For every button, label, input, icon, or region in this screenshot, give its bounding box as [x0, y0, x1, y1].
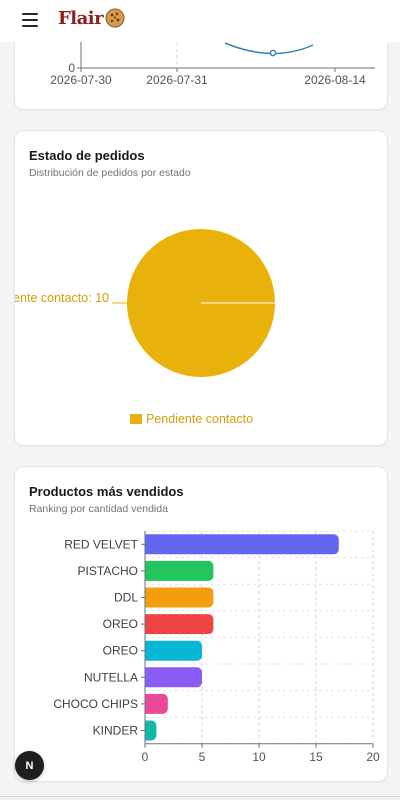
x-tick-label: 20: [366, 750, 380, 764]
category-label: DDL: [114, 591, 138, 605]
bar[interactable]: [145, 614, 214, 635]
pie-chart: Pendiente contacto: 10 Pendiente contact…: [15, 229, 275, 426]
top-products-card: Productos más vendidos Ranking por canti…: [14, 466, 388, 782]
legend-label[interactable]: Pendiente contacto: [146, 412, 253, 426]
menu-icon[interactable]: [22, 13, 38, 27]
category-label: CHOCO CHIPS: [53, 697, 138, 711]
category-label: OREO: [103, 617, 138, 631]
category-label: PISTACHO: [78, 564, 138, 578]
cookie-icon: [105, 8, 125, 28]
x-tick-label: 10: [252, 750, 266, 764]
category-label: OREO: [103, 644, 138, 658]
category-label: RED VELVET: [64, 537, 138, 551]
category-label: NUTELLA: [84, 670, 138, 684]
app-header: Flair: [0, 0, 400, 42]
data-point: [269, 49, 277, 57]
x-tick-label: 2026-07-30: [50, 73, 112, 87]
bar[interactable]: [145, 534, 339, 555]
logo[interactable]: Flair: [58, 7, 126, 29]
bar[interactable]: [145, 667, 202, 688]
x-tick-label: 2026-08-14: [304, 73, 366, 87]
x-tick-label: 0: [142, 750, 149, 764]
category-label: KINDER: [93, 724, 139, 738]
x-tick-label: 5: [199, 750, 206, 764]
bar[interactable]: [145, 720, 157, 741]
x-tick-label: 2026-07-31: [146, 73, 208, 87]
bar[interactable]: [145, 640, 202, 661]
legend-swatch: [130, 414, 142, 424]
logo-text: Flair: [58, 7, 104, 29]
x-tick-label: 15: [309, 750, 323, 764]
order-status-card: Estado de pedidos Distribución de pedido…: [14, 130, 388, 446]
bar[interactable]: [145, 693, 168, 714]
pie-slice-label: Pendiente contacto: 10: [15, 291, 109, 305]
series-line: [224, 42, 314, 55]
floating-n-button[interactable]: N: [15, 751, 44, 780]
bar-chart: RED VELVET PISTACHO DDL OREO OREO NUTELLA CHOC…: [53, 530, 380, 764]
bottom-divider: [0, 796, 400, 797]
bar[interactable]: [145, 560, 214, 581]
bar[interactable]: [145, 587, 214, 608]
